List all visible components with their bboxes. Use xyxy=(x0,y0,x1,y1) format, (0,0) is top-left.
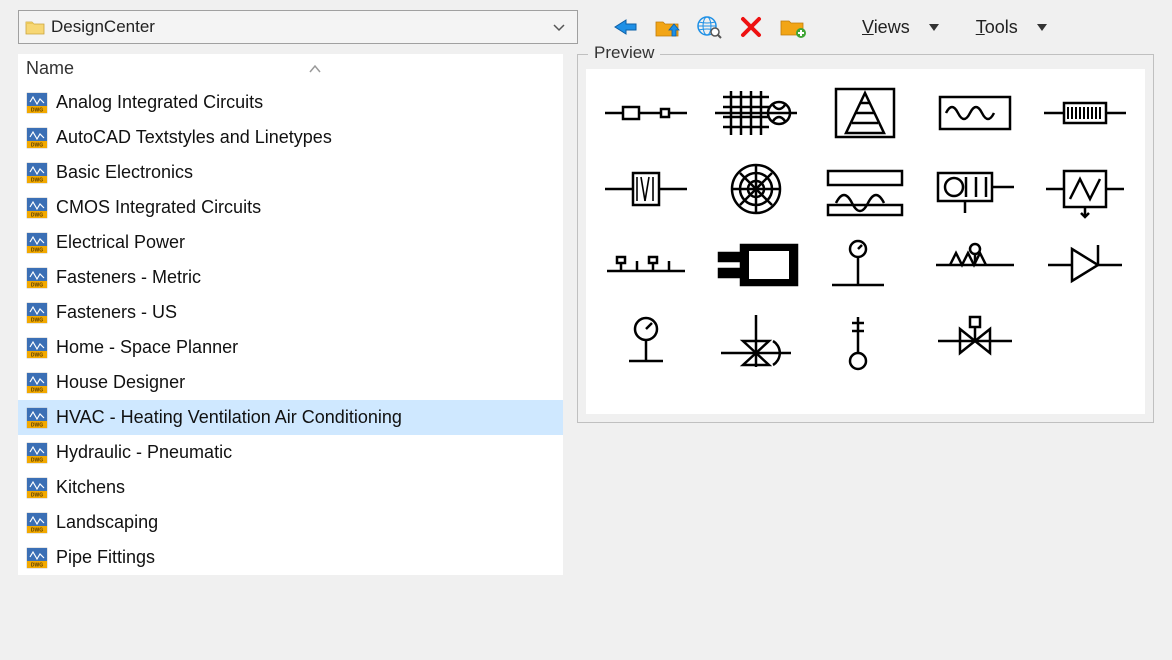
preview-grid xyxy=(586,69,1145,414)
globe-search-button[interactable] xyxy=(692,12,726,42)
dwg-file-icon xyxy=(26,337,48,359)
globe-search-icon xyxy=(696,15,722,39)
list-item[interactable]: House Designer xyxy=(18,365,563,400)
list-item[interactable]: Basic Electronics xyxy=(18,155,563,190)
dwg-file-icon xyxy=(26,372,48,394)
hvac-inline-heater-thumbnail[interactable] xyxy=(1033,77,1137,149)
hvac-butterfly-valve-thumbnail[interactable] xyxy=(923,305,1027,377)
list-item-label: Landscaping xyxy=(56,509,158,536)
hvac-coupling-thumbnail[interactable] xyxy=(594,77,698,149)
tools-menu[interactable]: Tools xyxy=(970,17,1024,38)
back-arrow-icon xyxy=(612,16,638,38)
delete-x-icon xyxy=(740,16,762,38)
views-menu-arrow[interactable] xyxy=(924,12,944,42)
list-item-label: Fasteners - Metric xyxy=(56,264,201,291)
list-item-label: Basic Electronics xyxy=(56,159,193,186)
hvac-expansion-device-thumbnail[interactable] xyxy=(1033,229,1137,301)
dwg-file-icon xyxy=(26,197,48,219)
list-item-label: Electrical Power xyxy=(56,229,185,256)
hvac-sensor-probe-thumbnail[interactable] xyxy=(814,305,918,377)
chevron-down-icon xyxy=(547,19,571,35)
list-item[interactable]: Fasteners - Metric xyxy=(18,260,563,295)
list-item-label: Analog Integrated Circuits xyxy=(56,89,263,116)
preview-panel: Preview xyxy=(577,54,1154,423)
dwg-file-icon xyxy=(26,162,48,184)
list-item[interactable]: Analog Integrated Circuits xyxy=(18,85,563,120)
list-item-label: House Designer xyxy=(56,369,185,396)
dwg-file-icon xyxy=(26,92,48,114)
hvac-humidifier-steam-thumbnail[interactable] xyxy=(814,153,918,225)
folder-up-button[interactable] xyxy=(650,12,684,42)
list-item[interactable]: Electrical Power xyxy=(18,225,563,260)
list-item[interactable]: Kitchens xyxy=(18,470,563,505)
dwg-file-icon xyxy=(26,407,48,429)
folder-new-icon xyxy=(779,16,807,38)
folder-dropdown[interactable]: DesignCenter xyxy=(18,10,578,44)
hvac-cooling-tower-thumbnail[interactable] xyxy=(814,77,918,149)
folder-up-icon xyxy=(654,16,680,38)
back-button[interactable] xyxy=(608,12,642,42)
preview-title: Preview xyxy=(588,43,660,63)
list-item[interactable]: Home - Space Planner xyxy=(18,330,563,365)
tools-menu-label: Tools xyxy=(976,17,1018,38)
list-item[interactable]: Pipe Fittings xyxy=(18,540,563,575)
triangle-down-icon xyxy=(1037,24,1047,31)
dwg-file-icon xyxy=(26,477,48,499)
list-item[interactable]: AutoCAD Textstyles and Linetypes xyxy=(18,120,563,155)
column-header-label: Name xyxy=(26,58,74,79)
dwg-file-icon xyxy=(26,302,48,324)
list-item-label: Hydraulic - Pneumatic xyxy=(56,439,232,466)
tools-menu-arrow[interactable] xyxy=(1032,12,1052,42)
hvac-compressor-box-thumbnail[interactable] xyxy=(704,229,808,301)
list-item[interactable]: Fasteners - US xyxy=(18,295,563,330)
list-item-label: HVAC - Heating Ventilation Air Condition… xyxy=(56,404,402,431)
hvac-mixing-valve-thumbnail[interactable] xyxy=(704,305,808,377)
hvac-heating-coil-thumbnail[interactable] xyxy=(923,77,1027,149)
hvac-drain-trap-thumbnail[interactable] xyxy=(594,229,698,301)
list-item-label: Home - Space Planner xyxy=(56,334,238,361)
folder-dropdown-label: DesignCenter xyxy=(51,17,541,37)
hvac-pressure-gauge-thumbnail[interactable] xyxy=(594,305,698,377)
hvac-ahu-section-thumbnail[interactable] xyxy=(1033,153,1137,225)
list-item-label: CMOS Integrated Circuits xyxy=(56,194,261,221)
dwg-file-icon xyxy=(26,512,48,534)
delete-button[interactable] xyxy=(734,12,768,42)
hvac-gauge-valve-thumbnail[interactable] xyxy=(814,229,918,301)
list-item[interactable]: Landscaping xyxy=(18,505,563,540)
hvac-rotary-wheel-thumbnail[interactable] xyxy=(704,153,808,225)
views-menu[interactable]: Views xyxy=(856,17,916,38)
list-item-label: Kitchens xyxy=(56,474,125,501)
dwg-file-icon xyxy=(26,232,48,254)
toolbar: DesignCenter xyxy=(18,10,1154,44)
list-item[interactable]: Hydraulic - Pneumatic xyxy=(18,435,563,470)
new-folder-button[interactable] xyxy=(776,12,810,42)
dwg-file-icon xyxy=(26,547,48,569)
views-menu-label: Views xyxy=(862,17,910,38)
hvac-chiller-unit-thumbnail[interactable] xyxy=(923,153,1027,225)
hvac-damper-actuator-thumbnail[interactable] xyxy=(923,229,1027,301)
folder-icon xyxy=(25,19,45,35)
file-list: Analog Integrated Circuits AutoCAD Textst… xyxy=(18,85,563,575)
list-item[interactable]: HVAC - Heating Ventilation Air Condition… xyxy=(18,400,563,435)
list-item-label: Pipe Fittings xyxy=(56,544,155,571)
list-item-label: AutoCAD Textstyles and Linetypes xyxy=(56,124,332,151)
list-item[interactable]: CMOS Integrated Circuits xyxy=(18,190,563,225)
triangle-down-icon xyxy=(929,24,939,31)
dwg-file-icon xyxy=(26,442,48,464)
hvac-filter-section-thumbnail[interactable] xyxy=(594,153,698,225)
list-item-label: Fasteners - US xyxy=(56,299,177,326)
sort-ascending-icon xyxy=(74,61,555,77)
file-list-panel: Name Analog Integrated Circuits AutoCAD T… xyxy=(18,54,563,575)
hvac-grid-fan-thumbnail[interactable] xyxy=(704,77,808,149)
column-header-name[interactable]: Name xyxy=(18,54,563,85)
dwg-file-icon xyxy=(26,127,48,149)
dwg-file-icon xyxy=(26,267,48,289)
